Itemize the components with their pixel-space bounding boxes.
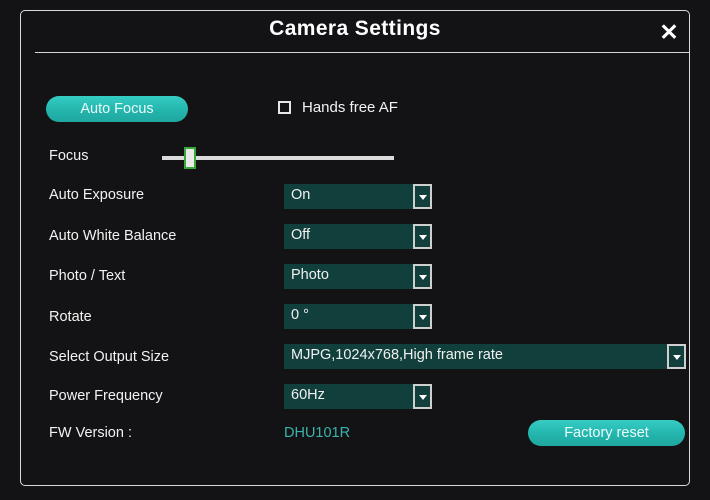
dialog-titlebar: Camera Settings ✕ <box>20 10 690 53</box>
auto-exposure-label: Auto Exposure <box>49 187 145 203</box>
dialog-title: Camera Settings <box>269 17 441 40</box>
power-frequency-dropdown[interactable]: 60Hz <box>284 384 432 409</box>
power-frequency-label: Power Frequency <box>49 388 163 404</box>
fw-version-label: FW Version : <box>49 425 132 441</box>
chevron-down-icon[interactable] <box>413 224 432 249</box>
focus-slider-track[interactable] <box>162 156 394 160</box>
hands-free-af-label: Hands free AF <box>302 99 398 116</box>
select-output-size-label: Select Output Size <box>49 349 170 365</box>
select-output-size-value: MJPG,1024x768,High frame rate <box>291 347 503 363</box>
auto-white-balance-label: Auto White Balance <box>49 228 177 244</box>
chevron-down-icon[interactable] <box>413 384 432 409</box>
power-frequency-value: 60Hz <box>291 387 325 403</box>
chevron-down-icon[interactable] <box>413 304 432 329</box>
focus-slider[interactable] <box>162 147 394 169</box>
auto-exposure-value: On <box>291 187 311 203</box>
auto-white-balance-value: Off <box>291 227 311 243</box>
chevron-down-icon[interactable] <box>413 184 432 209</box>
camera-settings-dialog: Camera Settings ✕ Auto Focus Hands free … <box>0 0 710 500</box>
auto-focus-button[interactable]: Auto Focus <box>46 96 188 122</box>
focus-slider-thumb[interactable] <box>184 147 196 169</box>
photo-text-label: Photo / Text <box>49 268 126 284</box>
auto-white-balance-dropdown[interactable]: Off <box>284 224 432 249</box>
factory-reset-button[interactable]: Factory reset <box>528 420 685 446</box>
title-separator <box>35 52 690 53</box>
rotate-value: 0 ° <box>291 307 309 323</box>
close-icon[interactable]: ✕ <box>656 19 682 45</box>
chevron-down-icon[interactable] <box>667 344 686 369</box>
rotate-label: Rotate <box>49 309 92 325</box>
rotate-dropdown[interactable]: 0 ° <box>284 304 432 329</box>
auto-exposure-dropdown[interactable]: On <box>284 184 432 209</box>
focus-label: Focus <box>49 148 89 164</box>
photo-text-dropdown[interactable]: Photo <box>284 264 432 289</box>
select-output-size-dropdown[interactable]: MJPG,1024x768,High frame rate <box>284 344 686 369</box>
chevron-down-icon[interactable] <box>413 264 432 289</box>
photo-text-value: Photo <box>291 267 329 283</box>
fw-version-value: DHU101R <box>284 425 351 441</box>
hands-free-af-checkbox[interactable] <box>278 101 291 114</box>
